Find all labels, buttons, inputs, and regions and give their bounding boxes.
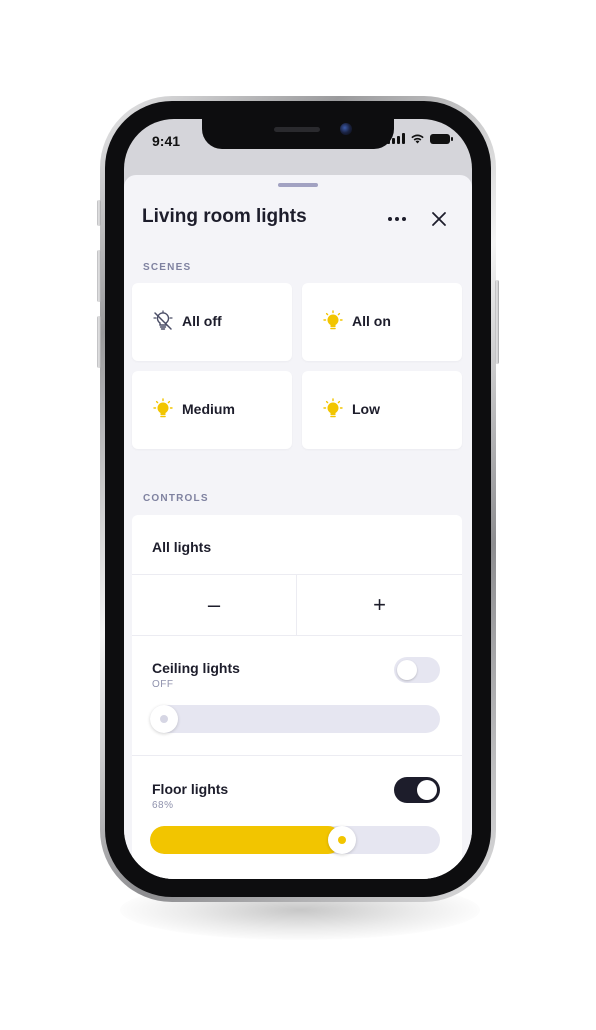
- scene-label: All on: [352, 313, 391, 329]
- close-icon[interactable]: [429, 209, 449, 229]
- scene-card-all-off[interactable]: All off: [132, 283, 292, 361]
- scene-label: All off: [182, 313, 222, 329]
- divider: [132, 635, 462, 636]
- status-time: 9:41: [152, 133, 181, 149]
- bulb-icon: [323, 398, 343, 418]
- controls-card: All lights – + Ceiling lights OFF Floor …: [132, 515, 462, 879]
- volume-down-button: [97, 316, 101, 368]
- toggle-knob: [397, 660, 417, 680]
- more-dot-icon: [395, 217, 399, 221]
- mute-switch: [97, 200, 101, 226]
- ceiling-slider-thumb[interactable]: [150, 705, 178, 733]
- plus-icon: +: [373, 592, 386, 617]
- wifi-icon: [411, 134, 424, 144]
- volume-up-button: [97, 250, 101, 302]
- scene-label: Low: [352, 401, 380, 417]
- scene-card-low[interactable]: Low: [302, 371, 462, 449]
- phone-screen: 9:41 Living room lights SCENES All off A…: [124, 119, 472, 879]
- scenes-section-label: SCENES: [143, 262, 192, 273]
- ceiling-lights-status: OFF: [152, 679, 174, 690]
- sheet-grabber[interactable]: [278, 183, 318, 187]
- divider: [132, 755, 462, 756]
- earpiece-speaker: [274, 127, 320, 132]
- thumb-dot: [338, 836, 347, 844]
- more-options-button[interactable]: [386, 209, 408, 229]
- sheet-title: Living room lights: [142, 206, 307, 227]
- floor-slider-thumb[interactable]: [328, 826, 357, 854]
- ceiling-lights-slider[interactable]: [150, 705, 440, 733]
- decrease-all-button[interactable]: –: [132, 575, 296, 635]
- slider-fill: [150, 826, 343, 854]
- scene-card-all-on[interactable]: All on: [302, 283, 462, 361]
- front-camera: [340, 123, 352, 135]
- power-button: [495, 280, 499, 364]
- all-lights-label: All lights: [152, 539, 212, 555]
- increase-all-button[interactable]: +: [297, 575, 462, 635]
- ceiling-lights-label: Ceiling lights: [152, 660, 240, 676]
- bulb-icon: [323, 310, 343, 330]
- floor-lights-toggle[interactable]: [394, 777, 440, 803]
- more-dot-icon: [402, 217, 406, 221]
- notch: [202, 119, 394, 149]
- minus-icon: –: [207, 592, 221, 617]
- controls-section-label: CONTROLS: [143, 493, 209, 504]
- floor-lights-status: 68%: [152, 800, 174, 811]
- thumb-dot: [160, 715, 168, 723]
- more-dot-icon: [388, 217, 392, 221]
- status-icons: [387, 133, 453, 144]
- stage: 9:41 Living room lights SCENES All off A…: [0, 0, 596, 1030]
- scene-card-medium[interactable]: Medium: [132, 371, 292, 449]
- lights-sheet: Living room lights SCENES All off All on…: [124, 175, 472, 879]
- floor-lights-slider[interactable]: [150, 826, 440, 854]
- bulb-icon: [153, 398, 173, 418]
- toggle-knob: [417, 780, 437, 800]
- battery-icon: [430, 133, 453, 144]
- scene-label: Medium: [182, 401, 235, 417]
- bulb-off-icon: [153, 310, 173, 330]
- floor-lights-label: Floor lights: [152, 781, 229, 797]
- ceiling-lights-toggle[interactable]: [394, 657, 440, 683]
